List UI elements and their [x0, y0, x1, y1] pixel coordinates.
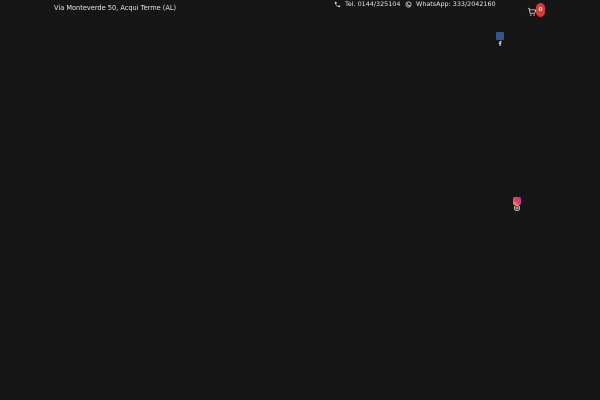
address-text: Via Monteverde 50, Acqui Terme (AL)	[54, 4, 177, 12]
whatsapp-icon	[405, 1, 412, 8]
phone-text: Tel. 0144/325104	[345, 0, 401, 8]
whatsapp-text: WhatsApp: 333/2042160	[416, 0, 496, 8]
phone-link[interactable]: Tel. 0144/325104	[334, 0, 400, 8]
cart-count-badge: 0	[536, 3, 545, 17]
facebook-icon[interactable]	[496, 32, 504, 46]
instagram-icon[interactable]	[513, 197, 521, 211]
whatsapp-link[interactable]: WhatsApp: 333/2042160	[405, 0, 496, 8]
page: Via Monteverde 50, Acqui Terme (AL) Tel.…	[0, 0, 600, 400]
phone-icon	[334, 1, 341, 8]
